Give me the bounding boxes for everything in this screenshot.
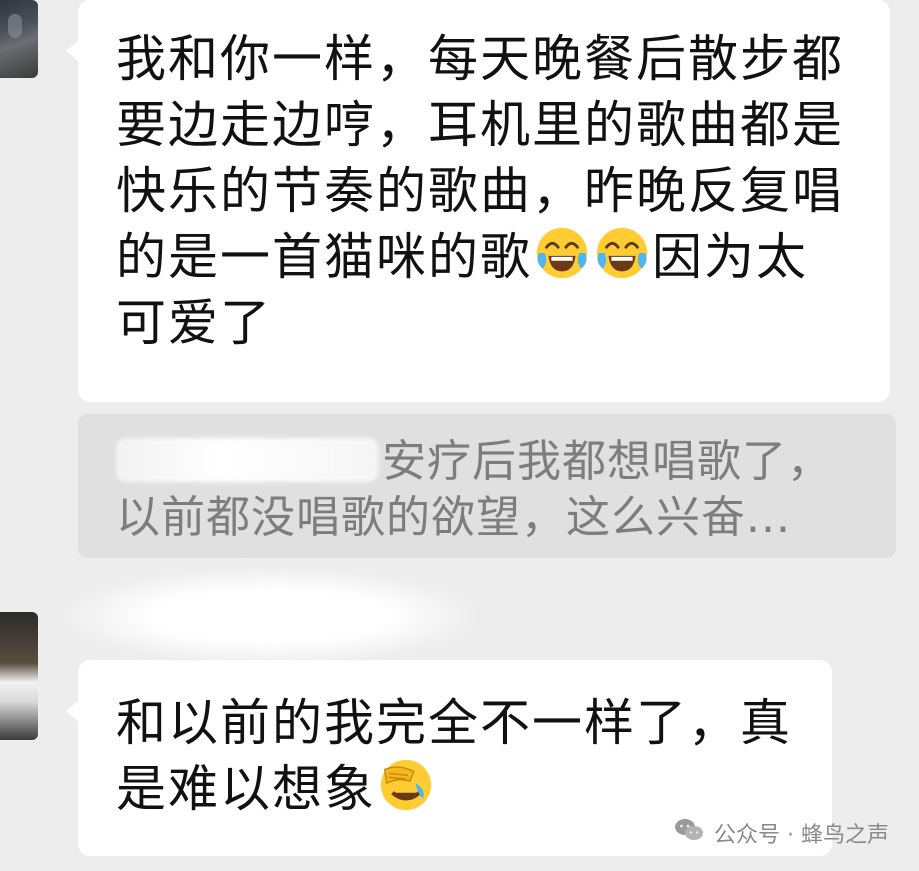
wechat-icon	[674, 817, 704, 849]
watermark: 公众号 · 蜂鸟之声	[674, 817, 889, 849]
face-palm-laugh-icon	[377, 756, 435, 814]
tears-of-joy-icon	[593, 224, 651, 282]
sender-avatar[interactable]	[0, 0, 38, 78]
sender-avatar[interactable]	[0, 612, 38, 740]
redacted-sender-name	[60, 568, 480, 664]
watermark-label: 公众号 · 蜂鸟之声	[714, 823, 889, 848]
tears-of-joy-icon	[533, 224, 591, 282]
message-text: 和以前的我完全不一样了，真是难以想象	[116, 694, 792, 818]
quoted-message[interactable]: 安疗后我都想唱歌了，以前都没唱歌的欲望，这么兴奋...	[78, 414, 896, 558]
message-bubble[interactable]: 我和你一样，每天晚餐后散步都要边走边哼，耳机里的歌曲都是快乐的节奏的歌曲，昨晚反…	[78, 0, 890, 402]
redacted-name	[116, 438, 378, 482]
